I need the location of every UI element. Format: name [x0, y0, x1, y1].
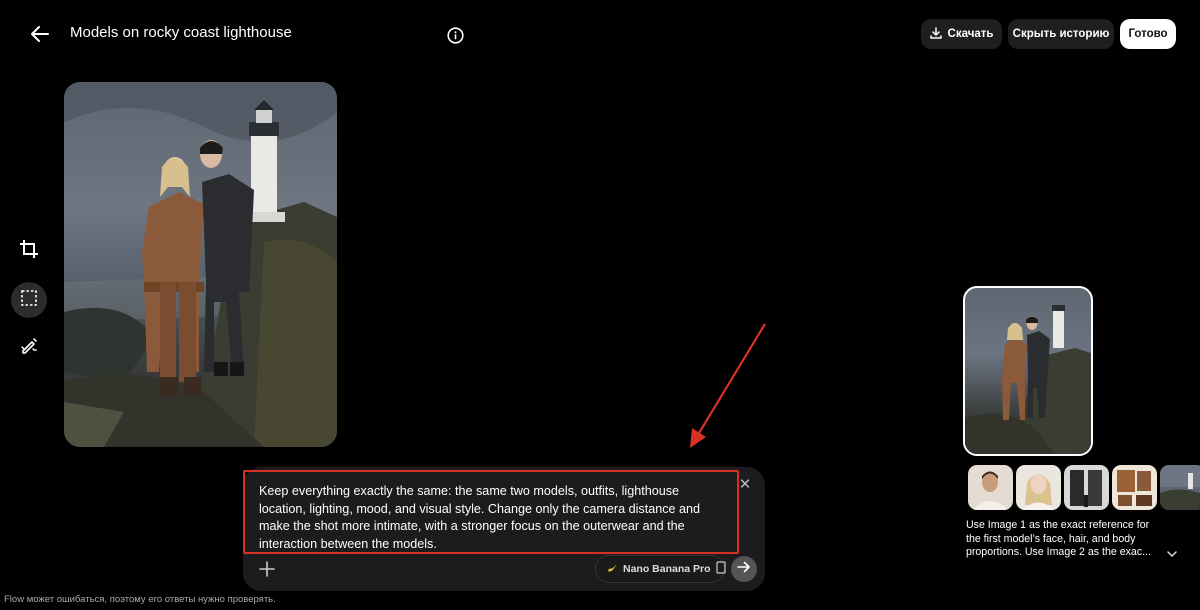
- crop-tool-button[interactable]: [11, 233, 47, 269]
- reference-image-3[interactable]: [1064, 465, 1109, 510]
- download-button[interactable]: Скачать: [921, 19, 1002, 49]
- send-arrow-icon: [737, 560, 751, 579]
- portrait-ratio-icon: [715, 561, 726, 577]
- done-label: Готово: [1128, 28, 1168, 40]
- hide-history-label: Скрыть историю: [1012, 28, 1110, 40]
- crop-icon: [19, 239, 39, 264]
- done-button[interactable]: Готово: [1120, 19, 1176, 49]
- history-thumbnail[interactable]: [963, 286, 1093, 456]
- chevron-down-icon[interactable]: [1166, 548, 1178, 560]
- download-icon: [929, 26, 942, 42]
- history-thumbnail-illustration: [965, 305, 1091, 454]
- brush-icon: [19, 336, 39, 361]
- reference-image-2[interactable]: [1016, 465, 1061, 510]
- selection-icon: [20, 289, 38, 312]
- back-arrow-icon[interactable]: [24, 20, 56, 48]
- banana-icon: [606, 562, 618, 577]
- hide-history-button[interactable]: Скрыть историю: [1008, 19, 1114, 49]
- main-image[interactable]: [64, 82, 337, 447]
- reference-image-5[interactable]: [1160, 465, 1200, 510]
- reference-images: [968, 465, 1200, 511]
- close-icon[interactable]: ✕: [737, 477, 753, 493]
- brush-tool-button[interactable]: [11, 330, 47, 366]
- prompt-input[interactable]: Keep everything exactly the same: the sa…: [243, 470, 739, 554]
- send-button[interactable]: [731, 556, 757, 582]
- main-image-illustration: [64, 82, 337, 447]
- download-label: Скачать: [947, 28, 994, 40]
- model-name: Nano Banana Pro: [623, 563, 711, 575]
- annotation-arrow: [690, 323, 766, 448]
- page-title: Models on rocky coast lighthouse: [70, 24, 292, 41]
- info-icon[interactable]: [444, 24, 466, 46]
- prompt-panel: Keep everything exactly the same: the sa…: [243, 467, 765, 591]
- reference-image-4[interactable]: [1112, 465, 1157, 510]
- disclaimer-text: Flow может ошибаться, поэтому его ответы…: [4, 594, 276, 605]
- reference-description: Use Image 1 as the exact reference for t…: [966, 519, 1151, 559]
- plus-icon[interactable]: [257, 559, 277, 579]
- reference-image-1[interactable]: [968, 465, 1013, 510]
- editor-page: Models on rocky coast lighthouse Скачать…: [0, 0, 1200, 610]
- selection-tool-button[interactable]: [11, 282, 47, 318]
- model-selector[interactable]: Nano Banana Pro: [595, 555, 726, 583]
